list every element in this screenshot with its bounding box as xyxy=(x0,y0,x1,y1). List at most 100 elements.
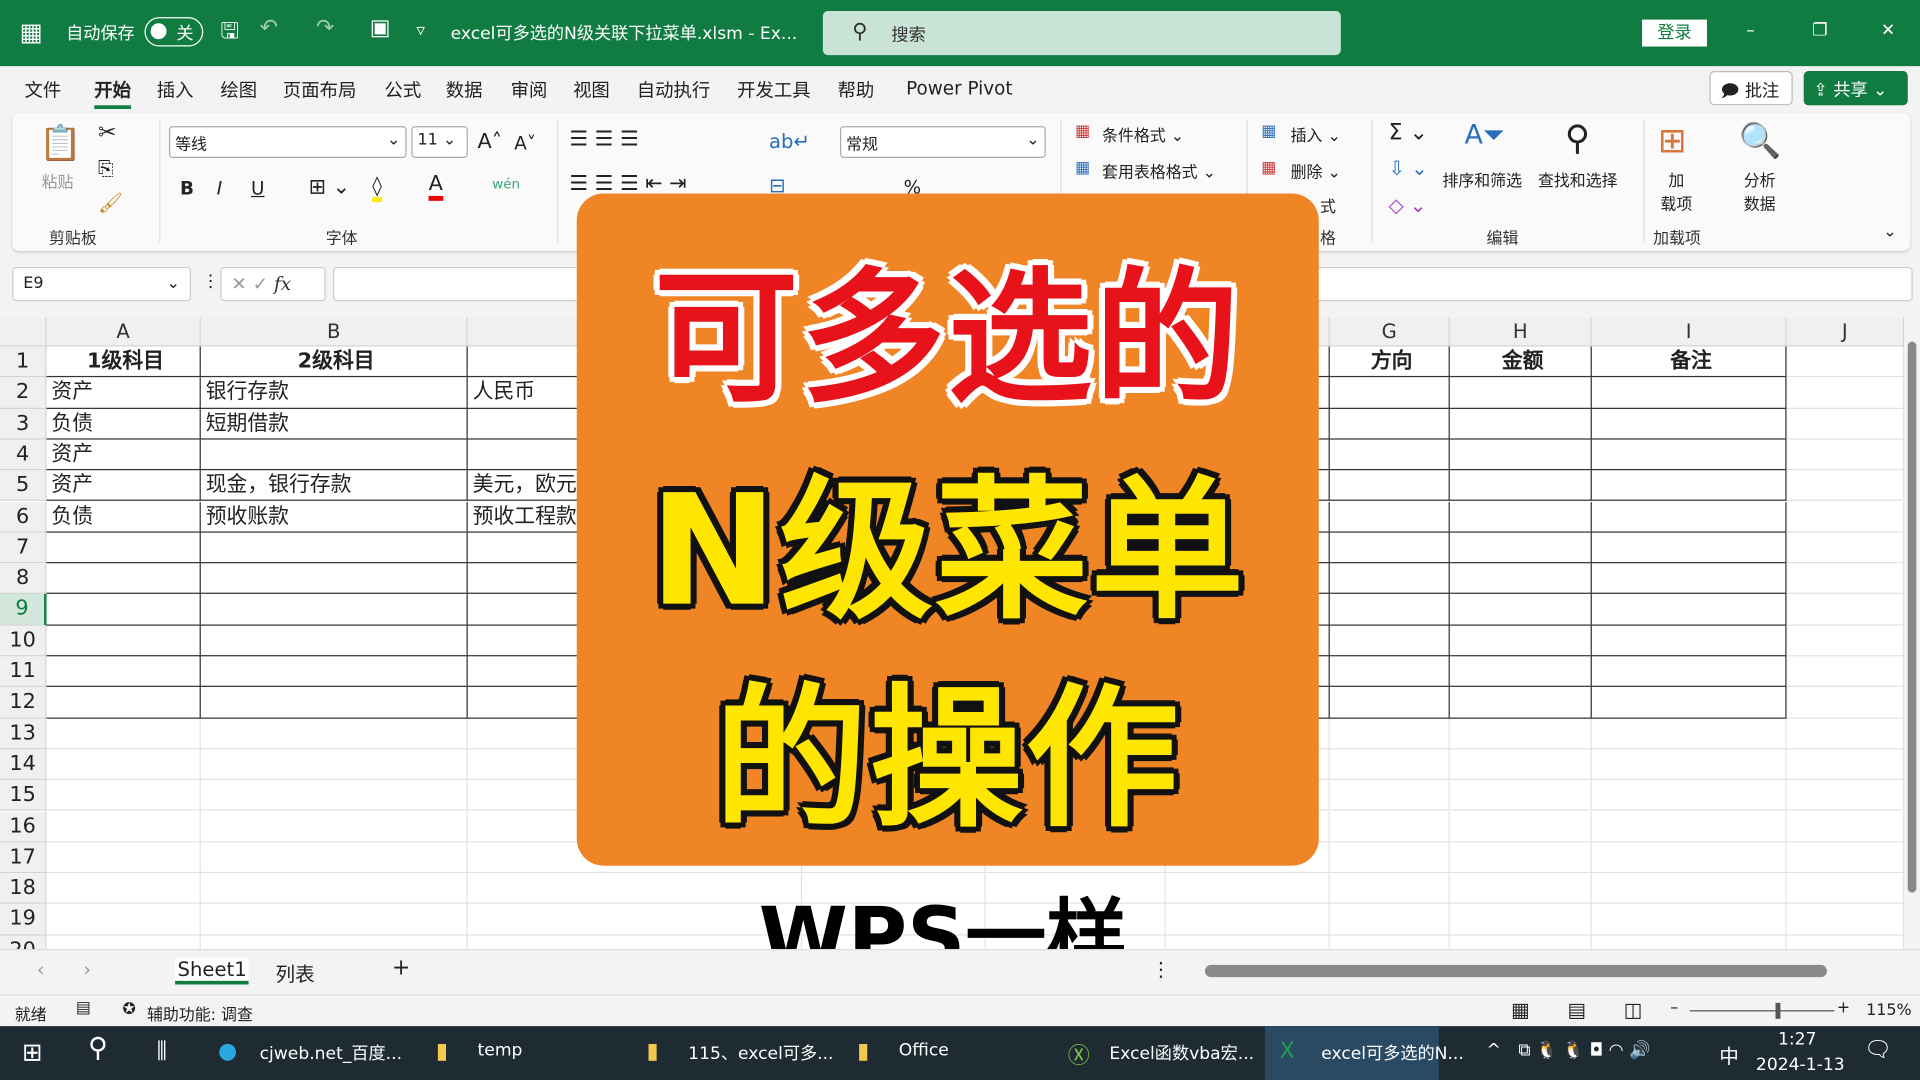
paste-icon[interactable]: 📋 xyxy=(39,122,82,162)
tab-4[interactable]: 页面布局 xyxy=(283,77,356,103)
cell-A12[interactable] xyxy=(46,687,201,719)
cell-B1[interactable]: 2级科目 xyxy=(200,346,468,378)
cell-G6[interactable] xyxy=(1329,501,1450,533)
cell-I7[interactable] xyxy=(1591,532,1787,564)
row-header-20[interactable]: 20 xyxy=(0,935,47,949)
tray-expand-icon[interactable]: ^ xyxy=(1487,1041,1501,1061)
taskbar-item-0[interactable]: cjweb.net_百度... xyxy=(260,1041,402,1065)
cell-I4[interactable] xyxy=(1591,439,1787,471)
sort-filter-button[interactable]: 排序和筛选 xyxy=(1442,168,1522,191)
cell-I1[interactable]: 备注 xyxy=(1591,346,1787,378)
number-format-select[interactable]: 常规 ⌄ xyxy=(840,126,1046,158)
font-name-select[interactable]: 等线 ⌄ xyxy=(168,126,407,158)
analyze-data-button[interactable]: 分析 数据 xyxy=(1744,168,1776,215)
cell-H3[interactable] xyxy=(1449,408,1592,440)
undo-icon[interactable]: ↶ xyxy=(260,15,278,41)
cell-J5[interactable] xyxy=(1786,470,1905,502)
more-icon[interactable]: ⋮ xyxy=(1151,958,1171,981)
cell-A19[interactable] xyxy=(46,904,201,936)
tab-8[interactable]: 视图 xyxy=(573,77,610,103)
select-all-corner[interactable] xyxy=(0,317,47,347)
row-header-15[interactable]: 15 xyxy=(0,780,47,812)
cell-G7[interactable] xyxy=(1329,532,1450,564)
border-icon[interactable]: ⊞ ⌄ xyxy=(309,175,351,199)
form-icon[interactable]: ▣ xyxy=(370,15,391,41)
tray-icons[interactable]: ⧉ 🐧 🐧 ◘ ◠ 🔊 xyxy=(1518,1041,1650,1061)
collapse-ribbon-icon[interactable]: ⌄ xyxy=(1883,223,1896,241)
row-header-10[interactable]: 10 xyxy=(0,625,47,657)
notification-icon[interactable]: 🗨 xyxy=(1864,1037,1892,1063)
ime-indicator[interactable]: 中 xyxy=(1719,1040,1739,1069)
cell-B10[interactable] xyxy=(200,625,468,657)
cell-G14[interactable] xyxy=(1329,749,1450,781)
task-view-icon[interactable]: ⫼ xyxy=(157,1038,167,1064)
cell-G5[interactable] xyxy=(1329,470,1450,502)
taskbar-item-3[interactable]: Office xyxy=(899,1041,949,1061)
addins-button[interactable]: 加 载项 xyxy=(1660,168,1692,215)
align-top-icon[interactable]: ☰ ☰ ☰ xyxy=(569,127,638,151)
bold-button[interactable]: B xyxy=(180,178,194,200)
cell-G12[interactable] xyxy=(1329,687,1450,719)
sheet-tab-sheet1[interactable]: Sheet1 xyxy=(175,957,250,985)
autosave-toggle[interactable]: 关 xyxy=(144,17,204,47)
cell-J16[interactable] xyxy=(1786,811,1905,843)
tab-0[interactable]: 文件 xyxy=(24,77,61,103)
cell-B14[interactable] xyxy=(200,749,468,781)
cell-H4[interactable] xyxy=(1449,439,1592,471)
cell-J6[interactable] xyxy=(1786,501,1905,533)
row-header-13[interactable]: 13 xyxy=(0,718,47,750)
taskbar-item-2[interactable]: 115、excel可多... xyxy=(688,1041,833,1065)
accessibility-status[interactable]: 辅助功能: 调查 xyxy=(147,1002,253,1025)
cell-H18[interactable] xyxy=(1449,873,1592,905)
cell-H8[interactable] xyxy=(1449,563,1592,595)
row-header-1[interactable]: 1 xyxy=(0,346,47,378)
cell-G3[interactable] xyxy=(1329,408,1450,440)
tab-6[interactable]: 数据 xyxy=(446,77,483,103)
cell-B3[interactable]: 短期借款 xyxy=(200,408,468,440)
cell-B20[interactable] xyxy=(201,935,468,949)
copy-icon[interactable]: ⎘ xyxy=(98,157,114,181)
cell-G9[interactable] xyxy=(1329,594,1450,626)
tab-9[interactable]: 自动执行 xyxy=(637,77,710,103)
cell-A9[interactable] xyxy=(46,594,201,626)
customize-icon[interactable]: ▿ xyxy=(416,21,425,41)
cell-B2[interactable]: 银行存款 xyxy=(200,377,468,409)
cell-H14[interactable] xyxy=(1449,749,1592,781)
cell-A17[interactable] xyxy=(46,842,201,874)
insert-function-button[interactable]: fx xyxy=(274,273,291,295)
tab-10[interactable]: 开发工具 xyxy=(737,77,810,103)
cell-F18[interactable] xyxy=(1165,873,1330,905)
cell-J20[interactable] xyxy=(1787,935,1905,949)
font-size-select[interactable]: 11 ⌄ xyxy=(411,126,468,158)
fill-color-icon[interactable]: ◊ xyxy=(372,174,382,203)
cell-B19[interactable] xyxy=(200,904,468,936)
cell-A16[interactable] xyxy=(46,811,201,843)
share-button[interactable]: ⇪ 共享 ⌄ xyxy=(1803,71,1908,106)
row-header-14[interactable]: 14 xyxy=(0,749,47,781)
cell-J19[interactable] xyxy=(1786,904,1905,936)
cell-J4[interactable] xyxy=(1786,439,1905,471)
autosum-icon[interactable]: Σ ⌄ xyxy=(1389,120,1428,146)
cancel-icon[interactable]: ✕ xyxy=(231,273,246,295)
column-header-G[interactable]: G xyxy=(1329,317,1450,347)
cell-A7[interactable] xyxy=(46,532,201,564)
cell-A1[interactable]: 1级科目 xyxy=(46,346,201,378)
decrease-font-icon[interactable]: A˅ xyxy=(514,132,536,154)
cell-J15[interactable] xyxy=(1786,780,1905,812)
comments-button[interactable]: 🗩 批注 xyxy=(1709,71,1793,106)
vertical-scrollbar[interactable] xyxy=(1904,317,1920,949)
cut-icon[interactable]: ✂ xyxy=(98,120,116,146)
cell-F20[interactable] xyxy=(1166,935,1330,949)
cell-J2[interactable] xyxy=(1786,377,1905,409)
macro-record-icon[interactable]: ▤ xyxy=(76,999,91,1017)
cell-A3[interactable]: 负债 xyxy=(46,408,201,440)
cell-A5[interactable]: 资产 xyxy=(46,470,201,502)
cell-B6[interactable]: 预收账款 xyxy=(200,501,468,533)
row-header-5[interactable]: 5 xyxy=(0,470,47,502)
cell-G19[interactable] xyxy=(1329,904,1450,936)
start-icon[interactable]: ⊞ xyxy=(22,1037,43,1066)
row-header-4[interactable]: 4 xyxy=(0,439,47,471)
cell-H16[interactable] xyxy=(1449,811,1592,843)
page-layout-icon[interactable]: ▤ xyxy=(1567,998,1586,1021)
cell-H11[interactable] xyxy=(1449,656,1592,688)
